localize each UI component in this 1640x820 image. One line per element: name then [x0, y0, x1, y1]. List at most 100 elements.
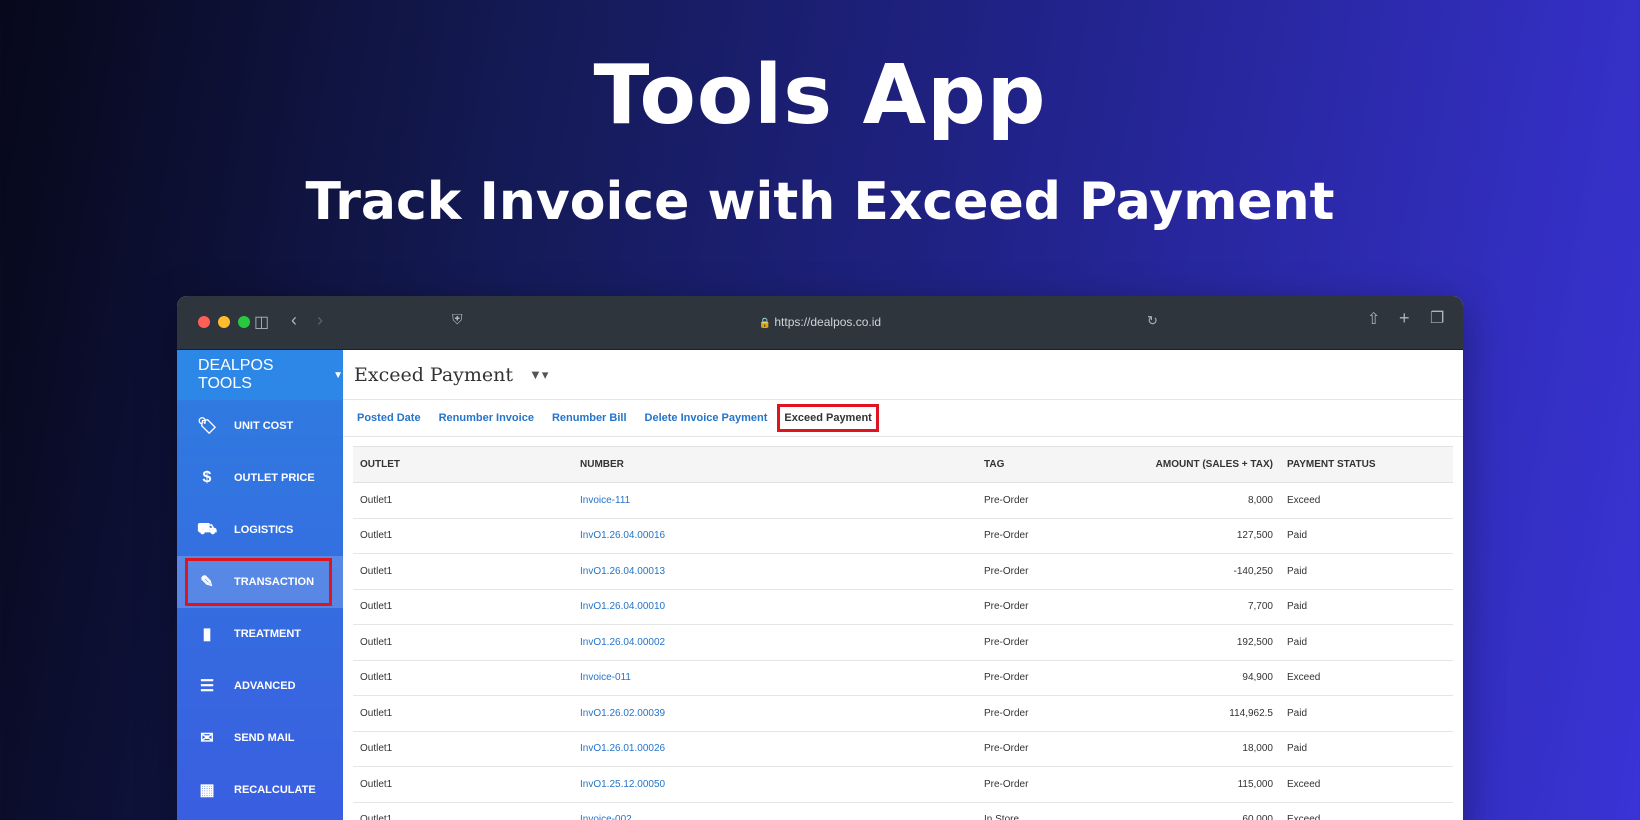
main-content: Exceed Payment ▼▾ Posted Date Renumber I…	[343, 350, 1463, 820]
table-row[interactable]: Outlet1 Invoice-111 Pre-Order 8,000 Exceed	[353, 482, 1453, 519]
table-row[interactable]: Outlet1 InvO1.26.04.00013 Pre-Order -140,25…	[353, 553, 1453, 590]
cell-invoice-number-link[interactable]: InvO1.26.04.00016	[573, 518, 977, 554]
tab-renumber-invoice[interactable]: Renumber Invoice	[439, 412, 534, 424]
cell-payment-status: Paid	[1280, 589, 1453, 625]
cell-outlet: Outlet1	[353, 660, 573, 696]
sidebar-item-label: LOGISTICS	[234, 524, 294, 536]
tab-exceed-payment[interactable]: Exceed Payment	[777, 404, 880, 432]
table-row[interactable]: Outlet1 InvO1.26.04.00002 Pre-Order 192,500…	[353, 624, 1453, 661]
cell-outlet: Outlet1	[353, 731, 573, 767]
new-tab-icon[interactable]: +	[1399, 308, 1410, 329]
sidebar-item-label: UNIT COST	[234, 420, 294, 432]
table-row[interactable]: Outlet1 Invoice-011 Pre-Order 94,900 Exceed	[353, 660, 1453, 696]
cell-payment-status: Exceed	[1280, 802, 1453, 820]
cell-amount: 192,500	[1097, 624, 1280, 661]
truck-icon: ⛟	[197, 521, 218, 538]
cell-tag: Pre-Order	[977, 624, 1097, 661]
cell-tag: In Store	[977, 802, 1097, 820]
cell-invoice-number-link[interactable]: InvO1.26.04.00002	[573, 624, 977, 661]
cell-outlet: Outlet1	[353, 518, 573, 554]
cell-amount: -140,250	[1097, 553, 1280, 590]
cell-payment-status: Exceed	[1280, 660, 1453, 696]
cell-outlet: Outlet1	[353, 482, 573, 519]
cell-outlet: Outlet1	[353, 695, 573, 732]
browser-window: ◫ ‹ › ⛨ 🔒 https://dealpos.co.id ↻ ⇧ + ❐ D…	[177, 296, 1463, 820]
cell-amount: 94,900	[1097, 660, 1280, 696]
cell-amount: 8,000	[1097, 482, 1280, 519]
exceed-payment-table: OUTLET NUMBER TAG AMOUNT (SALES + TAX) P…	[353, 446, 1453, 820]
cell-outlet: Outlet1	[353, 553, 573, 590]
sidebar-item-label: OUTLET PRICE	[234, 472, 315, 484]
tab-renumber-bill[interactable]: Renumber Bill	[552, 412, 627, 424]
sidebar-item-label: RECALCULATE	[234, 784, 316, 796]
cell-tag: Pre-Order	[977, 482, 1097, 519]
cell-tag: Pre-Order	[977, 695, 1097, 732]
tab-delete-invoice-payment[interactable]: Delete Invoice Payment	[645, 412, 768, 424]
table-header-row: OUTLET NUMBER TAG AMOUNT (SALES + TAX) P…	[353, 446, 1453, 483]
cell-tag: Pre-Order	[977, 589, 1097, 625]
cell-invoice-number-link[interactable]: InvO1.26.01.00026	[573, 731, 977, 767]
tab-overview-icon[interactable]: ❐	[1430, 308, 1444, 328]
brand-menu[interactable]: DEALPOS TOOLS ▼	[177, 350, 343, 400]
ticket-icon: ▮	[202, 626, 212, 643]
envelope-icon: ✉	[200, 730, 214, 747]
table-row[interactable]: Outlet1 InvO1.26.04.00016 Pre-Order 127,500…	[353, 518, 1453, 554]
reload-icon[interactable]: ↻	[1147, 313, 1158, 329]
tab-posted-date[interactable]: Posted Date	[357, 412, 421, 424]
sidebar-item-transaction[interactable]: ✎ TRANSACTION	[177, 556, 343, 608]
address-bar[interactable]: 🔒 https://dealpos.co.id	[177, 315, 1463, 329]
column-header-number[interactable]: NUMBER	[573, 446, 977, 483]
cell-invoice-number-link[interactable]: Invoice-002	[573, 802, 977, 820]
cell-invoice-number-link[interactable]: Invoice-111	[573, 482, 977, 519]
sidebar-item-treatment[interactable]: ▮ TREATMENT	[177, 608, 343, 660]
cell-tag: Pre-Order	[977, 553, 1097, 590]
column-header-payment-status[interactable]: PAYMENT STATUS	[1280, 446, 1453, 483]
cell-tag: Pre-Order	[977, 731, 1097, 767]
cell-invoice-number-link[interactable]: InvO1.26.02.00039	[573, 695, 977, 732]
cell-amount: 60,000	[1097, 802, 1280, 820]
sidebar: DEALPOS TOOLS ▼ 🏷 UNIT COST $ OUTLET PRI…	[177, 350, 343, 820]
edit-icon: ✎	[200, 574, 214, 591]
sidebar-item-send-mail[interactable]: ✉ SEND MAIL	[177, 712, 343, 764]
sidebar-item-unit-cost[interactable]: 🏷 UNIT COST	[177, 400, 343, 452]
sidebar-item-logistics[interactable]: ⛟ LOGISTICS	[177, 504, 343, 556]
table-row[interactable]: Outlet1 Invoice-002 In Store 60,000 Exceed	[353, 802, 1453, 820]
table-row[interactable]: Outlet1 InvO1.26.02.00039 Pre-Order 114,962…	[353, 695, 1453, 732]
column-header-outlet[interactable]: OUTLET	[353, 446, 573, 483]
cell-payment-status: Paid	[1280, 624, 1453, 661]
cell-outlet: Outlet1	[353, 802, 573, 820]
url-text: https://dealpos.co.id	[774, 315, 882, 329]
column-header-tag[interactable]: TAG	[977, 446, 1097, 483]
browser-titlebar: ◫ ‹ › ⛨ 🔒 https://dealpos.co.id ↻ ⇧ + ❐	[177, 296, 1463, 350]
cell-amount: 7,700	[1097, 589, 1280, 625]
sidebar-item-label: SEND MAIL	[234, 732, 295, 744]
cell-tag: Pre-Order	[977, 766, 1097, 803]
sidebar-item-label: ADVANCED	[234, 680, 296, 692]
tab-bar: Posted Date Renumber Invoice Renumber Bi…	[343, 400, 1463, 437]
table-row[interactable]: Outlet1 InvO1.26.04.00010 Pre-Order 7,700 Pa…	[353, 589, 1453, 625]
cell-invoice-number-link[interactable]: Invoice-011	[573, 660, 977, 696]
brand-label: DEALPOS TOOLS	[198, 357, 274, 392]
sidebar-item-label: TREATMENT	[234, 628, 302, 640]
hero-subtitle: Track Invoice with Exceed Payment	[305, 172, 1335, 232]
column-header-amount[interactable]: AMOUNT (SALES + TAX)	[1097, 446, 1280, 483]
cell-payment-status: Paid	[1280, 731, 1453, 767]
hero-title: Tools App	[593, 48, 1047, 143]
filter-icon[interactable]: ▼▾	[529, 367, 548, 383]
cell-amount: 114,962.5	[1097, 695, 1280, 732]
cell-tag: Pre-Order	[977, 660, 1097, 696]
sidebar-item-outlet-price[interactable]: $ OUTLET PRICE	[177, 452, 343, 504]
sidebar-item-recalculate[interactable]: ▦ RECALCULATE	[177, 764, 343, 816]
cell-amount: 18,000	[1097, 731, 1280, 767]
cell-invoice-number-link[interactable]: InvO1.26.04.00010	[573, 589, 977, 625]
table-row[interactable]: Outlet1 InvO1.25.12.00050 Pre-Order 115,000…	[353, 766, 1453, 803]
sidebar-item-advanced[interactable]: ☰ ADVANCED	[177, 660, 343, 712]
cell-invoice-number-link[interactable]: InvO1.25.12.00050	[573, 766, 977, 803]
caret-down-icon: ▼	[333, 369, 343, 381]
sliders-icon: ☰	[199, 678, 215, 695]
share-icon[interactable]: ⇧	[1367, 309, 1380, 329]
table-row[interactable]: Outlet1 InvO1.26.01.00026 Pre-Order 18,000 P…	[353, 731, 1453, 767]
cell-invoice-number-link[interactable]: InvO1.26.04.00013	[573, 553, 977, 590]
cell-payment-status: Exceed	[1280, 766, 1453, 803]
cell-payment-status: Paid	[1280, 695, 1453, 732]
